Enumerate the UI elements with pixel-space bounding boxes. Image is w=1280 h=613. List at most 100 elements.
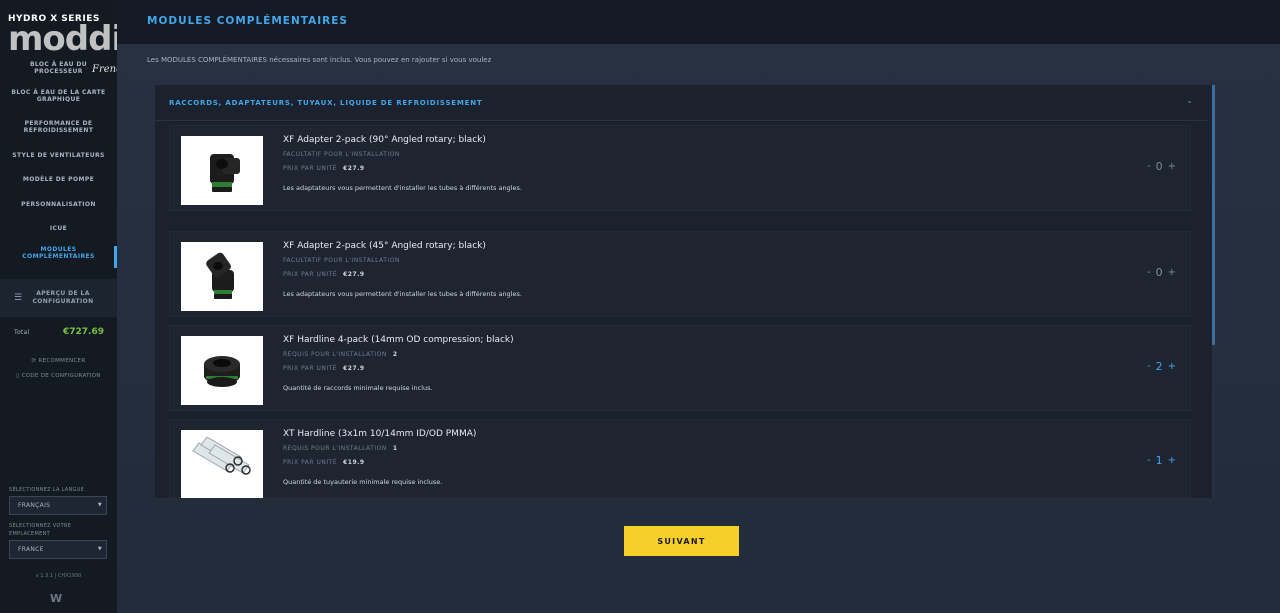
collapse-icon[interactable]: ⌄ xyxy=(1186,96,1193,105)
quantity-stepper: - 0 + xyxy=(1147,160,1176,173)
requirement-label: REQUIS POUR L'INSTALLATION xyxy=(283,351,387,358)
product-description: Quantité de raccords minimale requise in… xyxy=(283,384,433,392)
decrease-button[interactable]: - xyxy=(1147,455,1151,466)
configuration-overview-button[interactable]: ☰ APERÇU DE LA CONFIGURATION xyxy=(0,279,117,317)
product-image xyxy=(181,336,263,405)
document-icon: ▯ xyxy=(16,373,20,379)
increase-button[interactable]: + xyxy=(1168,161,1176,172)
product-requirement: REQUIS POUR L'INSTALLATION 2 xyxy=(283,351,398,358)
total-price: Total €727.69 xyxy=(14,327,104,337)
caret-down-icon: ▼ xyxy=(97,546,102,552)
configuration-code-link[interactable]: ▯ CODE DE CONFIGURATION xyxy=(0,373,117,379)
next-button[interactable]: SUIVANT xyxy=(624,526,739,556)
intro-text: Les MODULES COMPLÉMENTAIRES nécessaires … xyxy=(147,56,492,64)
configuration-code-label: CODE DE CONFIGURATION xyxy=(21,373,101,379)
sidebar-item-pump-model[interactable]: MODÈLE DE POMPE xyxy=(0,175,117,183)
product-requirement: FACULTATIF POUR L'INSTALLATION xyxy=(283,151,400,158)
accessories-panel: RACCORDS, ADAPTATEURS, TUYAUX, LIQUIDE D… xyxy=(155,85,1215,498)
w-logo-icon: W xyxy=(50,592,63,605)
product-name: XF Hardline 4-pack (14mm OD compression;… xyxy=(283,335,514,345)
total-label: Total xyxy=(14,328,30,336)
requirement-count: 2 xyxy=(392,351,398,358)
product-price: PRIX PAR UNITÉ €27.9 xyxy=(283,271,365,278)
product-description: Les adaptateurs vous permettent d'instal… xyxy=(283,184,522,192)
location-label: SÉLECTIONNEZ VOTRE EMPLACEMENT xyxy=(9,523,72,537)
sidebar-item-customization[interactable]: PERSONNALISATION xyxy=(0,200,117,208)
product-image xyxy=(181,242,263,311)
product-description: Les adaptateurs vous permettent d'instal… xyxy=(283,290,522,298)
product-price: PRIX PAR UNITÉ €19.9 xyxy=(283,459,365,466)
requirement-label: FACULTATIF POUR L'INSTALLATION xyxy=(283,151,400,158)
price-label: PRIX PAR UNITÉ xyxy=(283,271,338,278)
product-image xyxy=(181,430,263,498)
product-name: XF Adapter 2-pack (90° Angled rotary; bl… xyxy=(283,135,486,145)
list-icon: ☰ xyxy=(14,293,23,303)
price-value: €27.9 xyxy=(343,365,365,372)
main-content: Les MODULES COMPLÉMENTAIRES nécessaires … xyxy=(117,44,1280,613)
product-requirement: REQUIS POUR L'INSTALLATION 1 xyxy=(283,445,398,452)
product-card: XF Adapter 2-pack (45° Angled rotary; bl… xyxy=(169,231,1191,317)
price-value: €27.9 xyxy=(343,165,365,172)
version-text: v 1.3.1 | CHX1930 xyxy=(35,573,82,579)
sidebar-item-gpu-block[interactable]: BLOC À EAU DE LA CARTE GRAPHIQUE xyxy=(0,88,117,104)
price-label: PRIX PAR UNITÉ xyxy=(283,165,338,172)
quantity-value: 0 xyxy=(1155,266,1163,279)
page-title: MODULES COMPLÉMENTAIRES xyxy=(147,15,348,27)
scrollbar-thumb[interactable] xyxy=(1212,85,1215,345)
total-value: €727.69 xyxy=(63,327,104,337)
product-card: XF Hardline 4-pack (14mm OD compression;… xyxy=(169,325,1191,411)
sidebar: HYDRO X SERIES modding.fr French touch B… xyxy=(0,0,211,613)
language-label: SÉLECTIONNEZ LA LANGUE xyxy=(9,487,85,493)
quantity-stepper: - 2 + xyxy=(1147,360,1176,373)
panel-title: RACCORDS, ADAPTATEURS, TUYAUX, LIQUIDE D… xyxy=(169,98,483,107)
restart-link[interactable]: ⟳ RECOMMENCER xyxy=(0,358,117,364)
product-name: XT Hardline (3x1m 10/14mm ID/OD PMMA) xyxy=(283,429,477,439)
product-description: Quantité de tuyauterie minimale requise … xyxy=(283,478,443,486)
price-value: €19.9 xyxy=(343,459,365,466)
overview-label: APERÇU DE LA CONFIGURATION xyxy=(32,290,94,305)
sidebar-item-add-ons[interactable]: MODULES COMPLÉMENTAIRES xyxy=(0,246,117,268)
requirement-label: REQUIS POUR L'INSTALLATION xyxy=(283,445,387,452)
product-image xyxy=(181,136,263,205)
quantity-value: 1 xyxy=(1155,454,1163,467)
quantity-value: 0 xyxy=(1155,160,1163,173)
requirement-count: 1 xyxy=(392,445,398,452)
location-value: FRANCE xyxy=(18,546,44,553)
adapter-90-icon xyxy=(210,153,240,192)
decrease-button[interactable]: - xyxy=(1147,267,1151,278)
quantity-stepper: - 1 + xyxy=(1147,454,1176,467)
increase-button[interactable]: + xyxy=(1168,267,1176,278)
increase-button[interactable]: + xyxy=(1168,361,1176,372)
sidebar-item-cooling-performance[interactable]: PERFORMANCE DE REFROIDISSEMENT xyxy=(0,119,117,135)
price-label: PRIX PAR UNITÉ xyxy=(283,459,338,466)
product-name: XF Adapter 2-pack (45° Angled rotary; bl… xyxy=(283,241,486,251)
product-price: PRIX PAR UNITÉ €27.9 xyxy=(283,165,365,172)
language-select[interactable]: FRANÇAIS ▼ xyxy=(9,496,107,515)
language-value: FRANÇAIS xyxy=(18,502,51,509)
restart-label: RECOMMENCER xyxy=(38,358,86,364)
product-card: XT Hardline (3x1m 10/14mm ID/OD PMMA) RE… xyxy=(169,419,1191,498)
caret-down-icon: ▼ xyxy=(97,502,102,508)
decrease-button[interactable]: - xyxy=(1147,361,1151,372)
refresh-icon: ⟳ xyxy=(31,358,37,364)
location-select[interactable]: FRANCE ▼ xyxy=(9,540,107,559)
increase-button[interactable]: + xyxy=(1168,455,1176,466)
compression-fitting-icon xyxy=(204,355,240,387)
price-label: PRIX PAR UNITÉ xyxy=(283,365,338,372)
product-price: PRIX PAR UNITÉ €27.9 xyxy=(283,365,365,372)
sidebar-item-fan-style[interactable]: STYLE DE VENTILATEURS xyxy=(0,151,117,159)
adapter-45-icon xyxy=(206,252,234,299)
product-requirement: FACULTATIF POUR L'INSTALLATION xyxy=(283,257,400,264)
quantity-value: 2 xyxy=(1155,360,1163,373)
scrollbar-track[interactable] xyxy=(1212,85,1215,498)
sidebar-item-icue[interactable]: ICUE xyxy=(0,224,117,232)
top-bar: MODULES COMPLÉMENTAIRES xyxy=(117,0,1280,44)
requirement-label: FACULTATIF POUR L'INSTALLATION xyxy=(283,257,400,264)
product-card: XF Adapter 2-pack (90° Angled rotary; bl… xyxy=(169,125,1191,211)
panel-header[interactable]: RACCORDS, ADAPTATEURS, TUYAUX, LIQUIDE D… xyxy=(155,85,1207,121)
sidebar-item-cpu-block[interactable]: BLOC À EAU DU PROCESSEUR xyxy=(0,61,117,75)
hardline-tube-icon xyxy=(192,437,251,475)
price-value: €27.9 xyxy=(343,271,365,278)
decrease-button[interactable]: - xyxy=(1147,161,1151,172)
quantity-stepper: - 0 + xyxy=(1147,266,1176,279)
